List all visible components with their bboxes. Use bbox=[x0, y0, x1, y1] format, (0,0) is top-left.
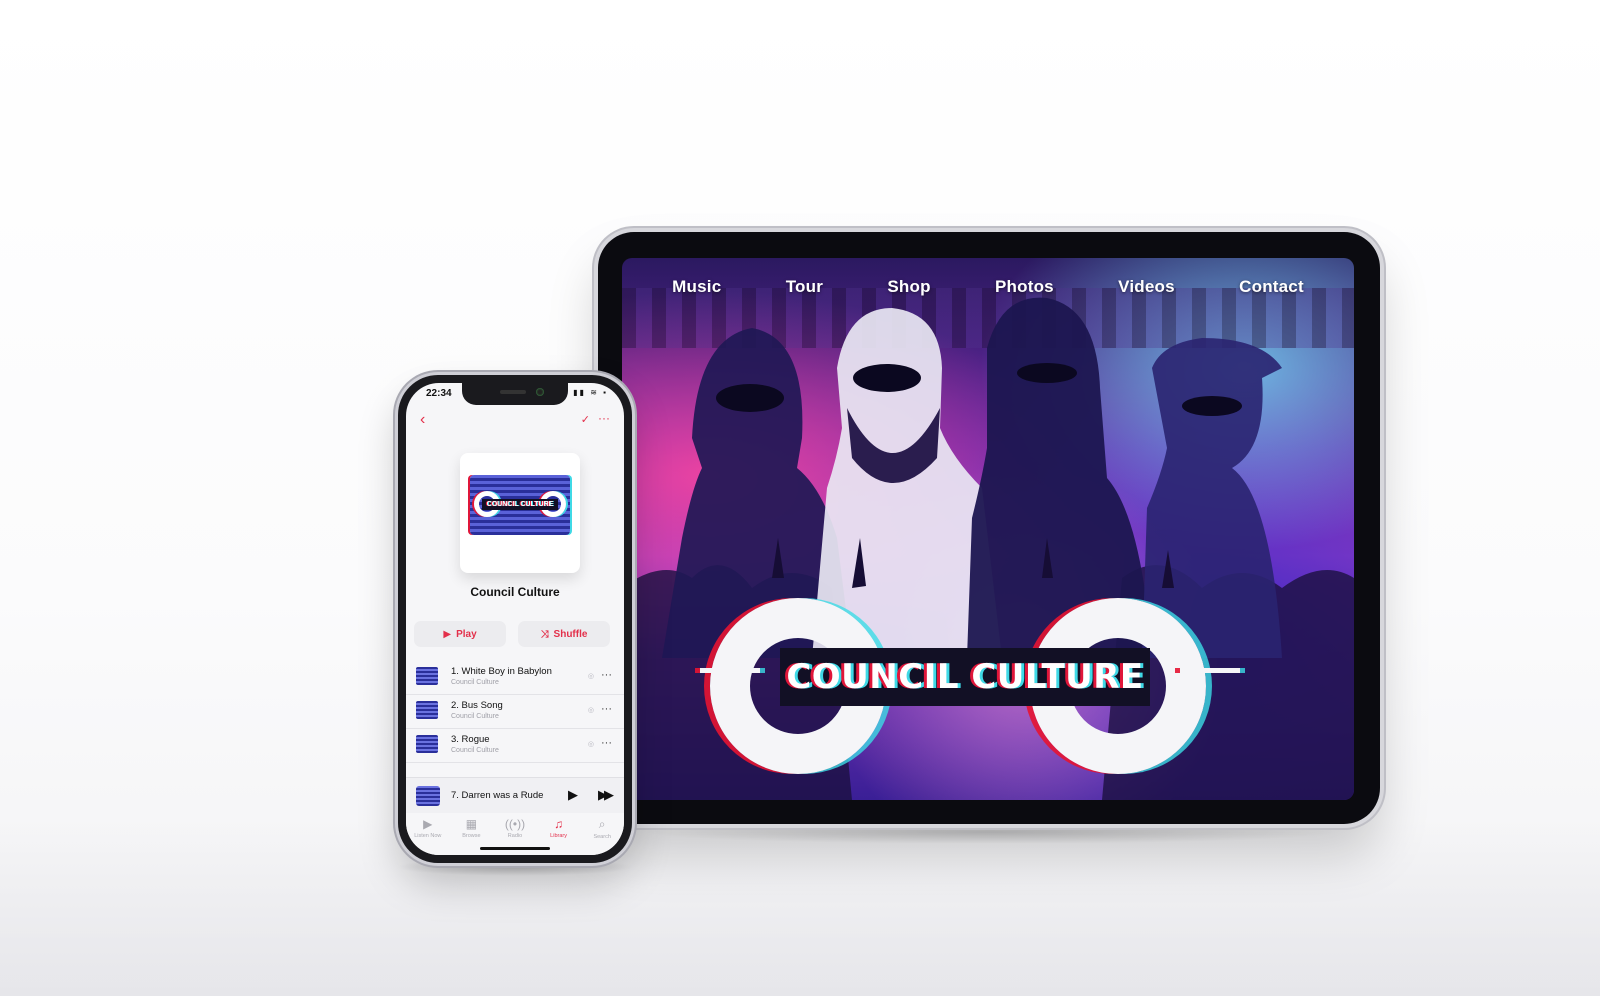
back-chevron-icon[interactable]: ‹ bbox=[420, 411, 425, 429]
play-circle-icon: ▶ bbox=[423, 817, 433, 831]
status-time: 22:34 bbox=[426, 388, 452, 399]
track-more-icon[interactable]: ··· bbox=[601, 669, 612, 681]
track-list: 1. White Boy in Babylon Council Culture … bbox=[406, 661, 624, 763]
music-note-icon: ♫ bbox=[554, 817, 564, 831]
album-title: Council Culture bbox=[470, 585, 560, 599]
glitch-bar bbox=[700, 668, 760, 673]
band-logo: COUNCIL CULTURE bbox=[700, 588, 1240, 788]
shuffle-button[interactable]: ⤨ Shuffle bbox=[518, 621, 610, 647]
status-icons: ▮▮ ≋ ▪ bbox=[573, 388, 608, 397]
site-nav: Music Tour Shop Photos Videos Contact bbox=[622, 272, 1354, 302]
band-website-screen: Music Tour Shop Photos Videos Contact CO… bbox=[622, 258, 1354, 800]
nav-music[interactable]: Music bbox=[672, 277, 721, 297]
play-icon[interactable]: ▶ bbox=[568, 787, 578, 803]
notch bbox=[462, 383, 568, 405]
tab-label: Search bbox=[593, 834, 611, 840]
track-thumbnail bbox=[416, 735, 438, 753]
radio-icon: ((•)) bbox=[504, 817, 526, 831]
floor-background bbox=[0, 820, 1600, 996]
grid-icon: ▦ bbox=[465, 817, 478, 831]
now-playing-thumbnail bbox=[416, 786, 440, 806]
track-thumbnail bbox=[416, 667, 438, 685]
tab-label: Library bbox=[550, 833, 567, 839]
mini-player[interactable]: 7. Darren was a Rude ▶ ▶▶ bbox=[406, 777, 624, 814]
track-title: 3. Rogue bbox=[451, 734, 490, 745]
play-label: Play bbox=[456, 628, 477, 640]
music-app-screen: 22:34 ▮▮ ≋ ▪ ‹ ✓ ··· COUNCIL CULTURE Cou… bbox=[406, 383, 624, 855]
download-icon: ◎ bbox=[587, 707, 594, 714]
tab-label: Listen Now bbox=[414, 833, 442, 839]
home-indicator bbox=[480, 847, 550, 850]
track-thumbnail bbox=[416, 701, 438, 719]
nav-videos[interactable]: Videos bbox=[1118, 277, 1175, 297]
shuffle-label: Shuffle bbox=[553, 628, 588, 640]
nav-photos[interactable]: Photos bbox=[995, 277, 1054, 297]
speaker bbox=[500, 390, 526, 394]
nav-contact[interactable]: Contact bbox=[1239, 277, 1304, 297]
nav-shop[interactable]: Shop bbox=[887, 277, 930, 297]
tablet-device: Music Tour Shop Photos Videos Contact CO… bbox=[598, 232, 1380, 824]
track-row[interactable]: 1. White Boy in Babylon Council Culture … bbox=[406, 661, 624, 695]
track-more-icon[interactable]: ··· bbox=[601, 703, 612, 715]
album-artwork: COUNCIL CULTURE bbox=[460, 453, 580, 573]
phone-device: 22:34 ▮▮ ≋ ▪ ‹ ✓ ··· COUNCIL CULTURE Cou… bbox=[398, 375, 632, 863]
skip-forward-icon[interactable]: ▶▶ bbox=[598, 787, 614, 803]
logo-text: COUNCIL CULTURE bbox=[780, 648, 1150, 706]
artwork-label: COUNCIL CULTURE bbox=[482, 499, 558, 510]
nav-tour[interactable]: Tour bbox=[786, 277, 823, 297]
play-button[interactable]: ▶ Play bbox=[414, 621, 506, 647]
tab-search[interactable]: ⌕ Search bbox=[581, 813, 623, 855]
play-icon: ▶ bbox=[443, 628, 452, 640]
track-row[interactable]: 3. Rogue Council Culture ◎ ··· bbox=[406, 729, 624, 763]
camera bbox=[536, 388, 544, 396]
track-row[interactable]: 2. Bus Song Council Culture ◎ ··· bbox=[406, 695, 624, 729]
track-artist: Council Culture bbox=[451, 679, 499, 686]
track-title: 1. White Boy in Babylon bbox=[451, 666, 552, 677]
download-icon: ◎ bbox=[587, 741, 594, 748]
download-icon: ◎ bbox=[587, 673, 594, 680]
track-more-icon[interactable]: ··· bbox=[601, 737, 612, 749]
track-artist: Council Culture bbox=[451, 713, 499, 720]
checkmark-icon[interactable]: ✓ bbox=[581, 413, 590, 426]
more-icon[interactable]: ··· bbox=[598, 411, 610, 425]
track-artist: Council Culture bbox=[451, 747, 499, 754]
tab-label: Browse bbox=[462, 833, 481, 839]
glitch-bar bbox=[1180, 668, 1240, 673]
track-title: 2. Bus Song bbox=[451, 700, 503, 711]
now-playing-title: 7. Darren was a Rude bbox=[451, 790, 544, 801]
shuffle-icon: ⤨ bbox=[540, 628, 549, 640]
tab-listen-now[interactable]: ▶ Listen Now bbox=[407, 813, 449, 855]
tab-label: Radio bbox=[507, 833, 523, 839]
search-icon: ⌕ bbox=[598, 817, 606, 831]
